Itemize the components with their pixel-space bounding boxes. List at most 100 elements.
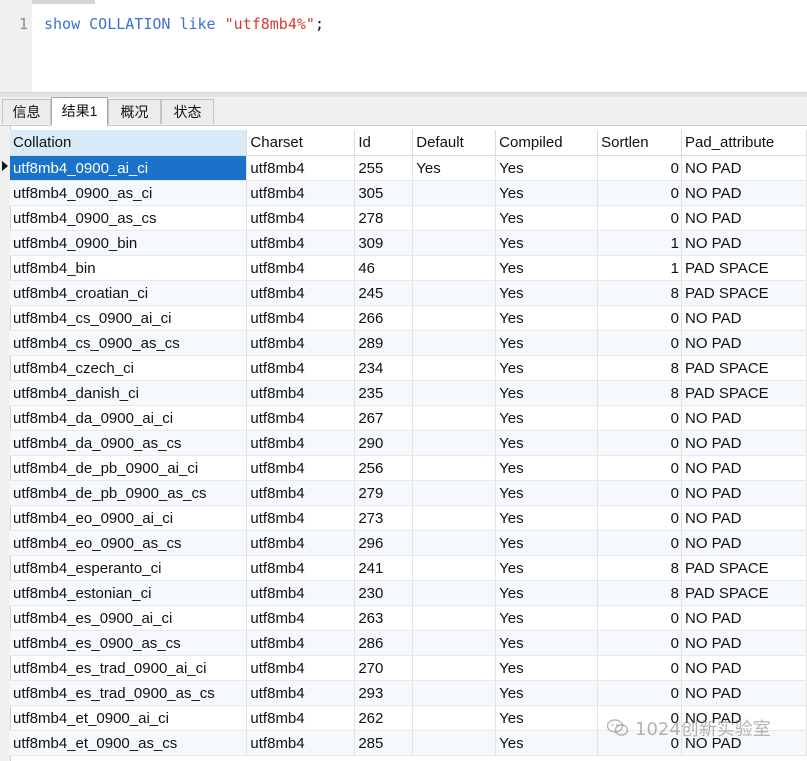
table-row[interactable]: utf8mb4_eo_0900_as_cs utf8mb4 296 Yes 0 NO PA… — [10, 530, 807, 556]
cell-default[interactable] — [412, 705, 497, 731]
cell-pad-attribute[interactable]: NO PAD — [681, 505, 807, 531]
cell-charset[interactable]: utf8mb4 — [246, 230, 356, 256]
table-row[interactable]: utf8mb4_bin utf8mb4 46 Yes 1 PAD SPACE — [10, 255, 807, 281]
cell-pad-attribute[interactable]: NO PAD — [681, 630, 807, 656]
cell-sortlen[interactable]: 0 — [597, 480, 683, 506]
cell-charset[interactable]: utf8mb4 — [246, 330, 356, 356]
cell-charset[interactable]: utf8mb4 — [246, 605, 356, 631]
cell-id[interactable]: 256 — [354, 455, 414, 481]
cell-collation[interactable]: utf8mb4_es_0900_as_cs — [10, 630, 248, 656]
cell-id[interactable]: 235 — [354, 380, 414, 406]
cell-sortlen[interactable]: 0 — [597, 680, 683, 706]
cell-charset[interactable]: utf8mb4 — [246, 630, 356, 656]
table-row[interactable]: utf8mb4_czech_ci utf8mb4 234 Yes 8 PAD SPACE — [10, 355, 807, 381]
cell-sortlen[interactable]: 1 — [597, 255, 683, 281]
table-row[interactable]: utf8mb4_da_0900_ai_ci utf8mb4 267 Yes 0 NO PA… — [10, 405, 807, 431]
cell-compiled[interactable]: Yes — [495, 230, 599, 256]
cell-sortlen[interactable]: 0 — [597, 505, 683, 531]
cell-compiled[interactable]: Yes — [495, 605, 599, 631]
cell-sortlen[interactable]: 0 — [597, 330, 683, 356]
table-row[interactable]: utf8mb4_eo_0900_ai_ci utf8mb4 273 Yes 0 NO PA… — [10, 505, 807, 531]
cell-collation[interactable]: utf8mb4_0900_bin — [10, 230, 248, 256]
cell-id[interactable]: 267 — [354, 405, 414, 431]
cell-compiled[interactable]: Yes — [495, 205, 599, 231]
result-grid[interactable]: Collation Charset Id Default Compiled So… — [0, 126, 807, 761]
cell-charset[interactable]: utf8mb4 — [246, 155, 356, 181]
cell-charset[interactable]: utf8mb4 — [246, 380, 356, 406]
table-row[interactable]: utf8mb4_esperanto_ci utf8mb4 241 Yes 8 PAD SP… — [10, 555, 807, 581]
cell-sortlen[interactable]: 0 — [597, 180, 683, 206]
cell-default[interactable] — [412, 655, 497, 681]
cell-sortlen[interactable]: 0 — [597, 430, 683, 456]
cell-charset[interactable]: utf8mb4 — [246, 530, 356, 556]
cell-collation[interactable]: utf8mb4_da_0900_as_cs — [10, 430, 248, 456]
cell-charset[interactable]: utf8mb4 — [246, 655, 356, 681]
cell-charset[interactable]: utf8mb4 — [246, 555, 356, 581]
cell-default[interactable] — [412, 280, 497, 306]
cell-compiled[interactable]: Yes — [495, 255, 599, 281]
cell-compiled[interactable]: Yes — [495, 555, 599, 581]
cell-id[interactable]: 273 — [354, 505, 414, 531]
column-header-sortlen[interactable]: Sortlen — [597, 130, 683, 156]
cell-collation[interactable]: utf8mb4_es_0900_ai_ci — [10, 605, 248, 631]
cell-collation[interactable]: utf8mb4_czech_ci — [10, 355, 248, 381]
cell-pad-attribute[interactable]: NO PAD — [681, 655, 807, 681]
cell-pad-attribute[interactable]: PAD SPACE — [681, 255, 807, 281]
cell-collation[interactable]: utf8mb4_0900_as_cs — [10, 205, 248, 231]
cell-pad-attribute[interactable]: NO PAD — [681, 305, 807, 331]
cell-id[interactable]: 286 — [354, 630, 414, 656]
sql-code-line[interactable]: show COLLATION like "utf8mb4%"; — [44, 15, 324, 33]
cell-pad-attribute[interactable]: NO PAD — [681, 430, 807, 456]
cell-default[interactable] — [412, 305, 497, 331]
cell-id[interactable]: 279 — [354, 480, 414, 506]
cell-sortlen[interactable]: 8 — [597, 555, 683, 581]
cell-pad-attribute[interactable]: NO PAD — [681, 205, 807, 231]
cell-charset[interactable]: utf8mb4 — [246, 180, 356, 206]
cell-id[interactable]: 262 — [354, 705, 414, 731]
cell-default[interactable] — [412, 230, 497, 256]
cell-collation[interactable]: utf8mb4_0900_as_ci — [10, 180, 248, 206]
cell-compiled[interactable]: Yes — [495, 330, 599, 356]
cell-charset[interactable]: utf8mb4 — [246, 405, 356, 431]
cell-pad-attribute[interactable]: NO PAD — [681, 180, 807, 206]
cell-default[interactable] — [412, 580, 497, 606]
cell-id[interactable]: 46 — [354, 255, 414, 281]
cell-sortlen[interactable]: 0 — [597, 305, 683, 331]
cell-default[interactable] — [412, 455, 497, 481]
cell-id[interactable]: 270 — [354, 655, 414, 681]
cell-default[interactable] — [412, 255, 497, 281]
cell-compiled[interactable]: Yes — [495, 430, 599, 456]
cell-sortlen[interactable]: 0 — [597, 205, 683, 231]
column-header-pad-attribute[interactable]: Pad_attribute — [681, 130, 807, 156]
cell-default[interactable] — [412, 180, 497, 206]
cell-collation[interactable]: utf8mb4_danish_ci — [10, 380, 248, 406]
cell-charset[interactable]: utf8mb4 — [246, 430, 356, 456]
cell-collation[interactable]: utf8mb4_estonian_ci — [10, 580, 248, 606]
cell-compiled[interactable]: Yes — [495, 505, 599, 531]
cell-pad-attribute[interactable]: PAD SPACE — [681, 280, 807, 306]
cell-charset[interactable]: utf8mb4 — [246, 355, 356, 381]
column-header-collation[interactable]: Collation — [10, 130, 248, 156]
cell-default[interactable]: Yes — [412, 155, 497, 181]
cell-compiled[interactable]: Yes — [495, 480, 599, 506]
cell-compiled[interactable]: Yes — [495, 405, 599, 431]
table-row[interactable]: utf8mb4_cs_0900_ai_ci utf8mb4 266 Yes 0 NO PA… — [10, 305, 807, 331]
cell-charset[interactable]: utf8mb4 — [246, 730, 356, 756]
cell-id[interactable]: 296 — [354, 530, 414, 556]
table-row[interactable]: utf8mb4_da_0900_as_cs utf8mb4 290 Yes 0 NO PA… — [10, 430, 807, 456]
tab-overview[interactable]: 概况 — [108, 99, 161, 124]
cell-pad-attribute[interactable]: NO PAD — [681, 230, 807, 256]
cell-collation[interactable]: utf8mb4_cs_0900_as_cs — [10, 330, 248, 356]
cell-compiled[interactable]: Yes — [495, 155, 599, 181]
cell-pad-attribute[interactable]: PAD SPACE — [681, 580, 807, 606]
table-row[interactable]: utf8mb4_croatian_ci utf8mb4 245 Yes 8 PAD SPA… — [10, 280, 807, 306]
cell-collation[interactable]: utf8mb4_da_0900_ai_ci — [10, 405, 248, 431]
cell-id[interactable]: 263 — [354, 605, 414, 631]
cell-collation[interactable]: utf8mb4_et_0900_ai_ci — [10, 705, 248, 731]
table-row[interactable]: utf8mb4_0900_as_cs utf8mb4 278 Yes 0 NO PAD — [10, 205, 807, 231]
cell-compiled[interactable]: Yes — [495, 355, 599, 381]
cell-compiled[interactable]: Yes — [495, 455, 599, 481]
cell-collation[interactable]: utf8mb4_croatian_ci — [10, 280, 248, 306]
table-row[interactable]: utf8mb4_es_0900_ai_ci utf8mb4 263 Yes 0 NO PA… — [10, 605, 807, 631]
cell-id[interactable]: 293 — [354, 680, 414, 706]
